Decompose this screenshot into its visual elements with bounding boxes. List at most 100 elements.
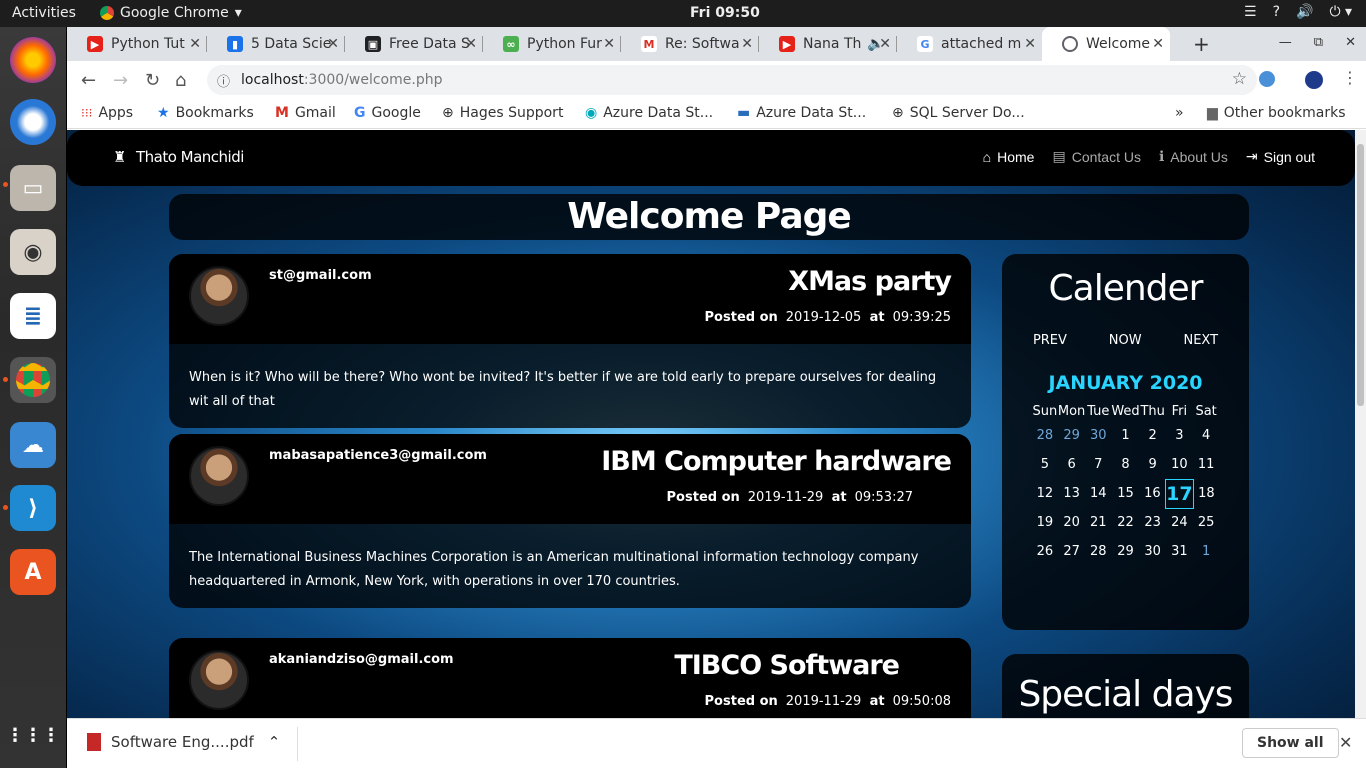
nav-home[interactable]: ⌂ Home — [983, 148, 1035, 165]
writer-icon[interactable]: ≣ — [10, 293, 56, 339]
menu-icon[interactable]: ☰ — [1244, 4, 1257, 20]
chrome-dock-icon[interactable] — [10, 357, 56, 403]
calendar-day[interactable]: 21 — [1085, 508, 1111, 537]
bookmarks-overflow-icon[interactable]: » — [1175, 105, 1184, 121]
tab[interactable]: ▣ Free Data S ✕ — [345, 27, 483, 61]
calendar-day[interactable]: 26 — [1032, 537, 1058, 566]
info-icon[interactable]: ⓘ — [217, 71, 230, 90]
calendar-day[interactable]: 2 — [1140, 421, 1166, 450]
close-icon[interactable]: ✕ — [327, 36, 339, 52]
calendar-day[interactable]: 12 — [1032, 479, 1058, 508]
clock[interactable]: Fri 09:50 — [690, 5, 760, 21]
nav-about[interactable]: ℹ About Us — [1159, 148, 1228, 165]
calendar-day[interactable]: 8 — [1111, 450, 1139, 479]
star-icon[interactable]: ☆ — [1232, 69, 1247, 89]
calendar-day[interactable]: 10 — [1166, 450, 1193, 479]
calendar-day[interactable]: 27 — [1058, 537, 1085, 566]
files-icon[interactable]: ▭ — [10, 165, 56, 211]
profile-avatar[interactable] — [1305, 71, 1323, 89]
rhythmbox-icon[interactable]: ◉ — [10, 229, 56, 275]
tab[interactable]: ▶ Python Tut ✕ — [67, 27, 207, 61]
site-brand[interactable]: ♜ Thato Manchidi — [113, 148, 244, 166]
calendar-day[interactable]: 4 — [1193, 421, 1219, 450]
bookmark-sql[interactable]: ⊕ SQL Server Do... — [892, 105, 1025, 121]
tab-active[interactable]: Welcome ✕ — [1042, 27, 1170, 61]
calendar-day[interactable]: 30 — [1085, 421, 1111, 450]
calendar-day[interactable]: 1 — [1111, 421, 1139, 450]
calendar-day[interactable]: 1 — [1193, 537, 1219, 566]
show-apps-icon[interactable]: ⋮⋮⋮ — [6, 712, 60, 758]
calendar-day[interactable]: 3 — [1166, 421, 1193, 450]
bookmark-azure-2[interactable]: ▬ Azure Data St... — [737, 105, 866, 121]
tab[interactable]: ∞ Python Fur ✕ — [483, 27, 621, 61]
new-tab-button[interactable]: + — [1193, 32, 1210, 56]
home-icon[interactable]: ⌂ — [175, 70, 186, 91]
calendar-day[interactable]: 31 — [1166, 537, 1193, 566]
maximize-icon[interactable]: ⧉ — [1314, 35, 1323, 50]
calendar-day[interactable]: 6 — [1058, 450, 1085, 479]
vscode-icon[interactable]: ⟩ — [10, 485, 56, 531]
address-bar[interactable]: ⓘ localhost:3000/welcome.php ☆ — [207, 65, 1257, 95]
nav-contact[interactable]: ▤ Contact Us — [1052, 148, 1140, 165]
bookmark-gmail[interactable]: M Gmail — [275, 105, 336, 121]
other-bookmarks[interactable]: ▆ Other bookmarks — [1207, 105, 1345, 121]
bookmark-google[interactable]: G Google — [354, 105, 421, 121]
reload-icon[interactable]: ↻ — [145, 70, 160, 91]
volume-icon[interactable]: 🔊 — [1296, 4, 1313, 20]
tab[interactable]: ▮ 5 Data Scie ✕ — [207, 27, 345, 61]
chevron-up-icon[interactable]: ⌃ — [268, 733, 281, 751]
calendar-day[interactable]: 19 — [1032, 508, 1058, 537]
calendar-day[interactable]: 14 — [1085, 479, 1111, 508]
calendar-day[interactable]: 18 — [1193, 479, 1219, 508]
close-window-icon[interactable]: ✕ — [1345, 35, 1356, 50]
calendar-day[interactable]: 22 — [1111, 508, 1139, 537]
calendar-day[interactable]: 29 — [1058, 421, 1085, 450]
calendar-next-button[interactable]: NEXT — [1183, 333, 1218, 348]
power-icon[interactable]: ⏻ ▾ — [1329, 4, 1352, 20]
app-menu[interactable]: Google Chrome ▾ — [100, 5, 242, 21]
bookmark-apps[interactable]: ⁝⁝⁝ Apps — [81, 105, 133, 121]
calendar-day[interactable]: 23 — [1140, 508, 1166, 537]
close-icon[interactable]: ✕ — [465, 36, 477, 52]
minimize-icon[interactable]: — — [1279, 35, 1292, 50]
extension-icon[interactable] — [1259, 71, 1275, 87]
calendar-day[interactable]: 9 — [1140, 450, 1166, 479]
back-icon[interactable]: ← — [81, 70, 96, 91]
system-tray[interactable]: ☰? 🔊 ⏻ ▾ — [1244, 4, 1352, 20]
calendar-day[interactable]: 16 — [1140, 479, 1166, 508]
calendar-day[interactable]: 30 — [1140, 537, 1166, 566]
calendar-day[interactable]: 29 — [1111, 537, 1139, 566]
calendar-day[interactable]: 15 — [1111, 479, 1139, 508]
calendar-day[interactable]: 11 — [1193, 450, 1219, 479]
bookmark-azure-1[interactable]: ◉ Azure Data St... — [585, 105, 713, 121]
show-all-button[interactable]: Show all — [1242, 728, 1339, 758]
calendar-day[interactable]: 28 — [1032, 421, 1058, 450]
azure-data-studio-icon[interactable]: ☁ — [10, 422, 56, 468]
calendar-day[interactable]: 25 — [1193, 508, 1219, 537]
bookmark-hages[interactable]: ⊕ Hages Support — [442, 105, 563, 121]
calendar-today[interactable]: 17 — [1165, 478, 1194, 509]
calendar-day[interactable]: 20 — [1058, 508, 1085, 537]
activities-button[interactable]: Activities — [12, 5, 76, 21]
calendar-day[interactable]: 24 — [1166, 508, 1193, 537]
nav-signout[interactable]: ⇥ Sign out — [1246, 148, 1315, 165]
close-icon[interactable]: ✕ — [603, 36, 615, 52]
calendar-now-button[interactable]: NOW — [1109, 333, 1142, 348]
menu-dots-icon[interactable]: ⋮ — [1342, 68, 1358, 87]
close-icon[interactable]: ✕ — [879, 36, 891, 52]
calendar-day[interactable]: 5 — [1032, 450, 1058, 479]
calendar-day[interactable]: 28 — [1085, 537, 1111, 566]
tab[interactable]: ▶ Nana Th 🔈 ✕ — [759, 27, 897, 61]
software-center-icon[interactable]: A — [10, 549, 56, 595]
close-icon[interactable]: ✕ — [741, 36, 753, 52]
close-icon[interactable]: ✕ — [1024, 36, 1036, 52]
close-icon[interactable]: ✕ — [1152, 36, 1164, 52]
bookmark-bookmarks[interactable]: ★ Bookmarks — [157, 105, 254, 121]
close-icon[interactable]: ✕ — [189, 36, 201, 52]
calendar-prev-button[interactable]: PREV — [1033, 333, 1067, 348]
accessibility-icon[interactable]: ? — [1273, 4, 1280, 20]
scrollbar[interactable] — [1355, 130, 1366, 718]
tab[interactable]: Gattached m ✕ — [897, 27, 1042, 61]
close-downloads-icon[interactable]: ✕ — [1339, 733, 1352, 752]
calendar-day[interactable]: 7 — [1085, 450, 1111, 479]
